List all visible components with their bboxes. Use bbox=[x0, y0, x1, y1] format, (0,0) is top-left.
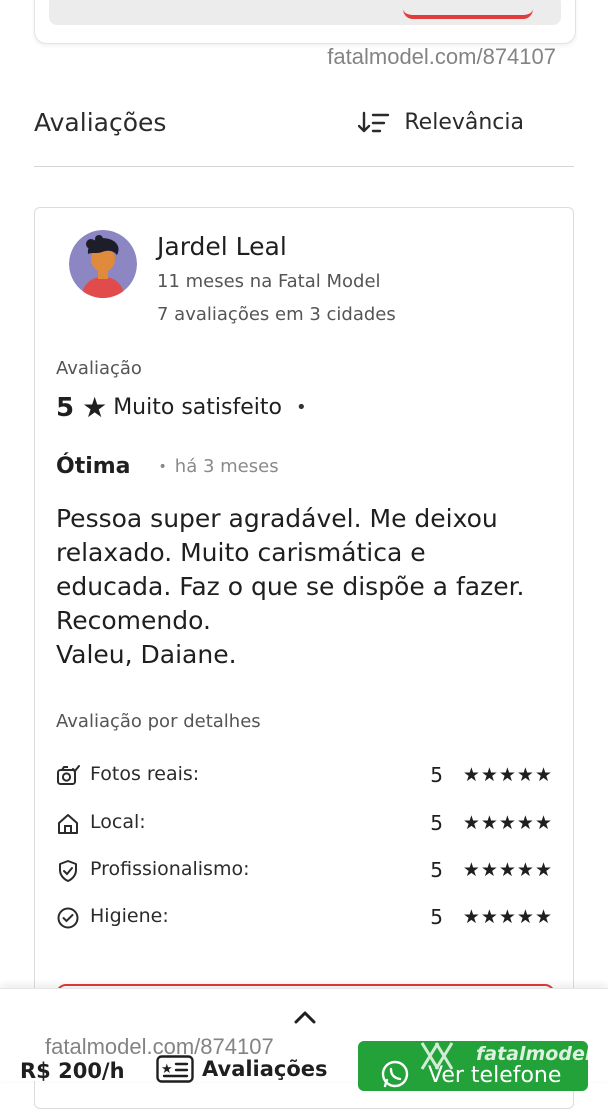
separator-dot: • bbox=[158, 458, 167, 475]
reviews-title: Avaliações bbox=[34, 108, 167, 137]
previous-card-red-button[interactable] bbox=[403, 0, 533, 19]
reviewer-member-since: 11 meses na Fatal Model bbox=[157, 271, 381, 292]
sort-button[interactable]: Relevância bbox=[358, 110, 524, 135]
reviewer-name[interactable]: Jardel Leal bbox=[157, 232, 287, 261]
review-body: Pessoa super agradável. Me deixou relaxad… bbox=[56, 502, 561, 672]
rating-row: 5 ★ Muito satisfeito • bbox=[56, 391, 307, 424]
previous-card bbox=[34, 0, 576, 44]
details-label: Avaliação por detalhes bbox=[56, 711, 261, 732]
detail-score: 5 bbox=[430, 763, 443, 787]
shield-check-icon bbox=[59, 860, 77, 882]
detail-label: Fotos reais: bbox=[90, 763, 200, 785]
whatsapp-icon bbox=[381, 1060, 409, 1088]
view-phone-label: Ver telefone bbox=[428, 1063, 562, 1088]
reviewer-stats: 7 avaliações em 3 cidades bbox=[157, 304, 396, 325]
detail-label: Higiene: bbox=[90, 905, 169, 927]
star-icon: ★ bbox=[82, 391, 108, 424]
avatar bbox=[69, 230, 137, 298]
watermark-top: fatalmodel.com/874107 bbox=[327, 44, 556, 69]
detail-score: 5 bbox=[430, 905, 443, 929]
svg-text:★: ★ bbox=[161, 1062, 173, 1077]
review-body-line: Recomendo. bbox=[56, 606, 211, 635]
review-time: há 3 meses bbox=[174, 456, 279, 477]
detail-stars: ★★★★★ bbox=[462, 812, 553, 834]
previous-card-bar bbox=[49, 0, 561, 25]
check-circle-icon bbox=[57, 907, 79, 929]
reviews-tab-button[interactable]: ★ Avaliações bbox=[156, 1055, 328, 1083]
rating-value: 5 bbox=[56, 392, 75, 423]
detail-stars: ★★★★★ bbox=[462, 764, 553, 786]
detail-score: 5 bbox=[430, 858, 443, 882]
detail-stars: ★★★★★ bbox=[462, 906, 553, 928]
review-body-line: educada. Faz o que se dispõe a fazer. bbox=[56, 572, 525, 601]
reviews-tab-label: Avaliações bbox=[202, 1057, 328, 1081]
sort-label: Relevância bbox=[404, 110, 524, 135]
detail-stars: ★★★★★ bbox=[462, 859, 553, 881]
detail-score: 5 bbox=[430, 811, 443, 835]
review-body-line: relaxado. Muito carismática e bbox=[56, 538, 426, 567]
home-icon bbox=[58, 814, 78, 834]
reviews-list-icon: ★ bbox=[156, 1055, 194, 1083]
price: R$ 200/h bbox=[20, 1059, 125, 1083]
reviews-header: Avaliações Relevância bbox=[34, 104, 574, 167]
detail-row-photos: Fotos reais: 5 ★★★★★ bbox=[56, 761, 553, 791]
sort-descending-icon bbox=[358, 111, 390, 132]
review-body-line: Valeu, Daiane. bbox=[56, 640, 237, 669]
detail-row-location: Local: 5 ★★★★★ bbox=[56, 809, 553, 839]
rating-label: Avaliação bbox=[56, 358, 142, 379]
headline-row: Ótima • há 3 meses bbox=[56, 454, 279, 479]
rating-text: Muito satisfeito bbox=[113, 395, 282, 420]
camera-check-icon bbox=[57, 765, 80, 785]
detail-row-professionalism: Profissionalismo: 5 ★★★★★ bbox=[56, 856, 553, 886]
bottom-bar: fatalmodel.com/874107 R$ 200/h ★ Avaliaç… bbox=[0, 988, 608, 1091]
brand-text: fatalmodel bbox=[476, 1043, 588, 1065]
detail-label: Local: bbox=[90, 811, 146, 833]
review-card: Jardel Leal 11 meses na Fatal Model 7 av… bbox=[34, 207, 574, 1109]
view-phone-button[interactable]: fatalmodel Ver telefone bbox=[358, 1041, 588, 1091]
chevron-up-icon[interactable] bbox=[293, 1009, 317, 1025]
detail-row-hygiene: Higiene: 5 ★★★★★ bbox=[56, 903, 553, 933]
separator-dot: • bbox=[295, 397, 307, 418]
review-body-line: Pessoa super agradável. Me deixou bbox=[56, 504, 498, 533]
review-headline: Ótima bbox=[56, 454, 131, 479]
detail-label: Profissionalismo: bbox=[90, 858, 250, 880]
